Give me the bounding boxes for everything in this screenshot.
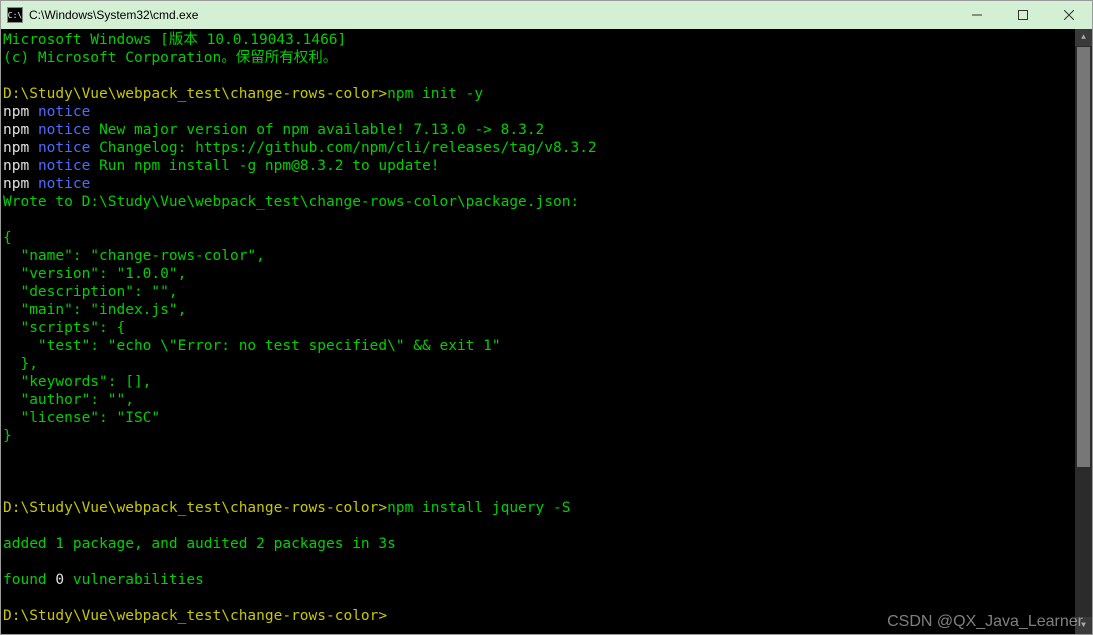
- notice-label: notice: [38, 140, 90, 156]
- json-line: }: [3, 428, 12, 444]
- terminal-area: Microsoft Windows [版本 10.0.19043.1466] (…: [1, 29, 1092, 634]
- wrote-to-line: Wrote to D:\Study\Vue\webpack_test\chang…: [3, 194, 579, 210]
- vertical-scrollbar[interactable]: ▲ ▼: [1075, 29, 1092, 634]
- npm-label: npm: [3, 176, 29, 192]
- vuln-text: vulnerabilities: [64, 572, 204, 588]
- minimize-button[interactable]: [954, 1, 1000, 29]
- titlebar[interactable]: C:\ C:\Windows\System32\cmd.exe: [1, 1, 1092, 29]
- json-line: "test": "echo \"Error: no test specified…: [3, 338, 501, 354]
- notice-label: notice: [38, 104, 90, 120]
- scroll-down-button[interactable]: ▼: [1075, 617, 1092, 634]
- notice-label: notice: [38, 176, 90, 192]
- json-line: {: [3, 230, 12, 246]
- copyright-line: (c) Microsoft Corporation。保留所有权利。: [3, 50, 337, 66]
- json-line: "scripts": {: [3, 320, 125, 336]
- install-result: added 1 package, and audited 2 packages …: [3, 536, 396, 552]
- vuln-text: found: [3, 572, 55, 588]
- command-text: npm install jquery -S: [387, 500, 570, 516]
- json-line: "description": "",: [3, 284, 178, 300]
- json-line: },: [3, 356, 38, 372]
- notice-text: Run npm install -g npm@8.3.2 to update!: [99, 158, 439, 174]
- window-title: C:\Windows\System32\cmd.exe: [29, 8, 954, 22]
- npm-label: npm: [3, 140, 29, 156]
- npm-label: npm: [3, 158, 29, 174]
- scroll-up-button[interactable]: ▲: [1075, 29, 1092, 46]
- os-header-line: Microsoft Windows [版本 10.0.19043.1466]: [3, 32, 346, 48]
- command-text: npm init -y: [387, 86, 483, 102]
- json-line: "version": "1.0.0",: [3, 266, 186, 282]
- notice-label: notice: [38, 158, 90, 174]
- scrollbar-thumb[interactable]: [1077, 47, 1090, 467]
- notice-text: Changelog: https://github.com/npm/cli/re…: [99, 140, 597, 156]
- npm-label: npm: [3, 104, 29, 120]
- app-icon: C:\: [7, 7, 23, 23]
- window-buttons: [954, 1, 1092, 29]
- cmd-window: C:\ C:\Windows\System32\cmd.exe Microsof…: [0, 0, 1093, 635]
- close-button[interactable]: [1046, 1, 1092, 29]
- prompt-path: D:\Study\Vue\webpack_test\change-rows-co…: [3, 86, 387, 102]
- notice-text: New major version of npm available! 7.13…: [99, 122, 544, 138]
- json-line: "name": "change-rows-color",: [3, 248, 265, 264]
- json-line: "author": "",: [3, 392, 134, 408]
- json-line: "main": "index.js",: [3, 302, 186, 318]
- terminal-output[interactable]: Microsoft Windows [版本 10.0.19043.1466] (…: [1, 29, 1075, 634]
- maximize-button[interactable]: [1000, 1, 1046, 29]
- prompt-path: D:\Study\Vue\webpack_test\change-rows-co…: [3, 500, 387, 516]
- vuln-count: 0: [55, 572, 64, 588]
- prompt-path: D:\Study\Vue\webpack_test\change-rows-co…: [3, 608, 387, 624]
- notice-label: notice: [38, 122, 90, 138]
- npm-label: npm: [3, 122, 29, 138]
- json-line: "license": "ISC": [3, 410, 160, 426]
- json-line: "keywords": [],: [3, 374, 151, 390]
